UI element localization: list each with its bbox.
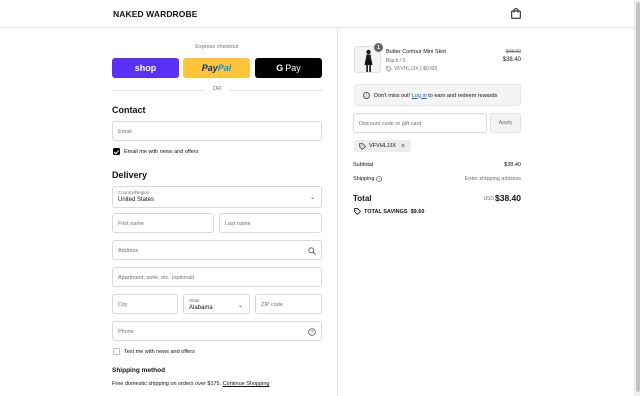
phone-field[interactable]: Phone ? — [112, 321, 322, 341]
country-select[interactable]: Country/Region United States ⌄ — [112, 186, 322, 208]
shipping-note: Free domestic shipping on orders over $1… — [112, 381, 269, 387]
state-value: Alabama — [189, 305, 213, 311]
divider-line-right — [230, 90, 322, 91]
shop-pay-button[interactable]: shop — [112, 58, 179, 78]
google-pay-label: Pay — [285, 63, 301, 73]
shipping-label: Shipping — [353, 176, 375, 182]
zip-field[interactable]: ZIP code — [255, 294, 322, 314]
subtotal-label: Subtotal — [353, 162, 374, 168]
apartment-placeholder: Apartment, suite, etc. (optional) — [118, 274, 195, 281]
scrollbar-thumb[interactable] — [636, 2, 640, 392]
subtotal-value: $38.40 — [504, 162, 521, 168]
country-label: Country/Region — [118, 190, 150, 195]
chevron-down-icon: ⌄ — [309, 195, 315, 201]
paypal-button[interactable]: Pay Pal — [183, 58, 250, 78]
continue-shopping-link[interactable]: Continue Shopping — [223, 381, 270, 387]
city-field[interactable]: City — [112, 294, 178, 314]
help-circle-icon[interactable]: ? — [376, 176, 383, 182]
address-field[interactable]: Address — [112, 240, 322, 260]
google-g-icon: G — [276, 63, 284, 73]
chevron-down-icon: ⌄ — [237, 303, 243, 309]
total-savings: TOTAL SAVINGS $9.60 — [354, 208, 424, 215]
express-checkout-label: Express checkout — [195, 44, 239, 50]
total-currency: USD — [483, 196, 494, 202]
rewards-suffix: to earn and redeem rewards — [428, 92, 498, 99]
page-header: NAKED WARDROBE — [0, 0, 640, 28]
product-discount-code: VFVHLJJX (-$9.60) — [394, 66, 438, 72]
applied-discount-code: VFVHLJJX — [369, 143, 396, 149]
product-name: Butter Contour Mini Skirt — [386, 49, 446, 55]
page-scrollbar[interactable] — [634, 0, 640, 396]
last-name-field[interactable]: Last name — [219, 213, 322, 233]
savings-label: TOTAL SAVINGS — [364, 208, 408, 215]
first-name-placeholder: First name — [118, 220, 144, 227]
or-divider: OR — [112, 86, 322, 94]
paypal-label-pal: Pal — [217, 63, 232, 73]
discount-placeholder: Discount code or gift card — [359, 120, 422, 127]
city-placeholder: City — [118, 301, 128, 308]
login-link[interactable]: Log in — [412, 93, 427, 99]
text-news-checkbox[interactable] — [113, 348, 120, 355]
country-value: United States — [118, 197, 155, 203]
total-label: Total — [353, 194, 372, 203]
rewards-text: Don't miss out! Log in to earn and redee… — [374, 93, 497, 99]
search-icon — [308, 247, 316, 255]
remove-discount-icon[interactable]: × — [401, 143, 405, 150]
delivery-heading: Delivery — [112, 170, 148, 180]
state-select[interactable]: State Alabama ⌄ — [183, 294, 250, 314]
first-name-field[interactable]: First name — [112, 213, 214, 233]
google-pay-button[interactable]: G Pay — [255, 58, 322, 78]
product-variant: Black / S — [386, 58, 406, 64]
email-placeholder: Email — [118, 128, 132, 135]
shipping-value: Enter shipping address — [464, 176, 521, 182]
apartment-field[interactable]: Apartment, suite, etc. (optional) — [112, 267, 322, 287]
shop-pay-label: shop — [134, 63, 157, 73]
product-original-price: $48.00 — [505, 49, 521, 55]
email-news-checkbox[interactable] — [113, 148, 120, 155]
email-news-label: Email me with news and offers — [124, 148, 199, 155]
address-placeholder: Address — [118, 247, 139, 254]
tag-icon — [359, 142, 366, 150]
brand-logo[interactable]: NAKED WARDROBE — [113, 9, 198, 19]
email-field[interactable]: Email — [112, 121, 322, 141]
last-name-placeholder: Last name — [225, 220, 251, 227]
total-value: $38.40 — [495, 193, 521, 203]
paypal-label-pay: Pay — [201, 63, 218, 73]
apply-discount-button[interactable]: Apply — [490, 113, 521, 133]
info-icon: i — [363, 92, 370, 99]
product-price: $38.40 — [502, 57, 521, 63]
shipping-method-heading: Shipping method — [112, 367, 166, 374]
contact-heading: Contact — [112, 105, 146, 115]
state-label: State — [189, 298, 200, 303]
shipping-row: Shipping ? — [353, 176, 383, 182]
rewards-prefix: Don't miss out! — [374, 92, 411, 99]
tag-icon — [386, 66, 392, 72]
svg-text:?: ? — [311, 330, 314, 336]
help-circle-icon[interactable]: ? — [308, 328, 316, 336]
shipping-note-text: Free domestic shipping on orders over $1… — [112, 381, 222, 387]
rewards-banner: i Don't miss out! Log in to earn and red… — [354, 84, 521, 106]
or-label: OR — [212, 86, 222, 92]
discount-code-input[interactable]: Discount code or gift card — [353, 113, 487, 133]
phone-placeholder: Phone — [118, 328, 134, 335]
quantity-badge: 1 — [374, 43, 383, 52]
product-discount: VFVHLJJX (-$9.60) — [386, 66, 437, 72]
savings-value: $9.60 — [410, 208, 425, 215]
tag-icon — [354, 208, 361, 215]
svg-text:?: ? — [378, 177, 380, 181]
applied-discount-tag: VFVHLJJX × — [354, 140, 411, 152]
zip-placeholder: ZIP code — [261, 301, 283, 308]
shopping-bag-icon[interactable] — [511, 8, 521, 19]
text-news-label: Text me with news and offers — [124, 348, 195, 355]
